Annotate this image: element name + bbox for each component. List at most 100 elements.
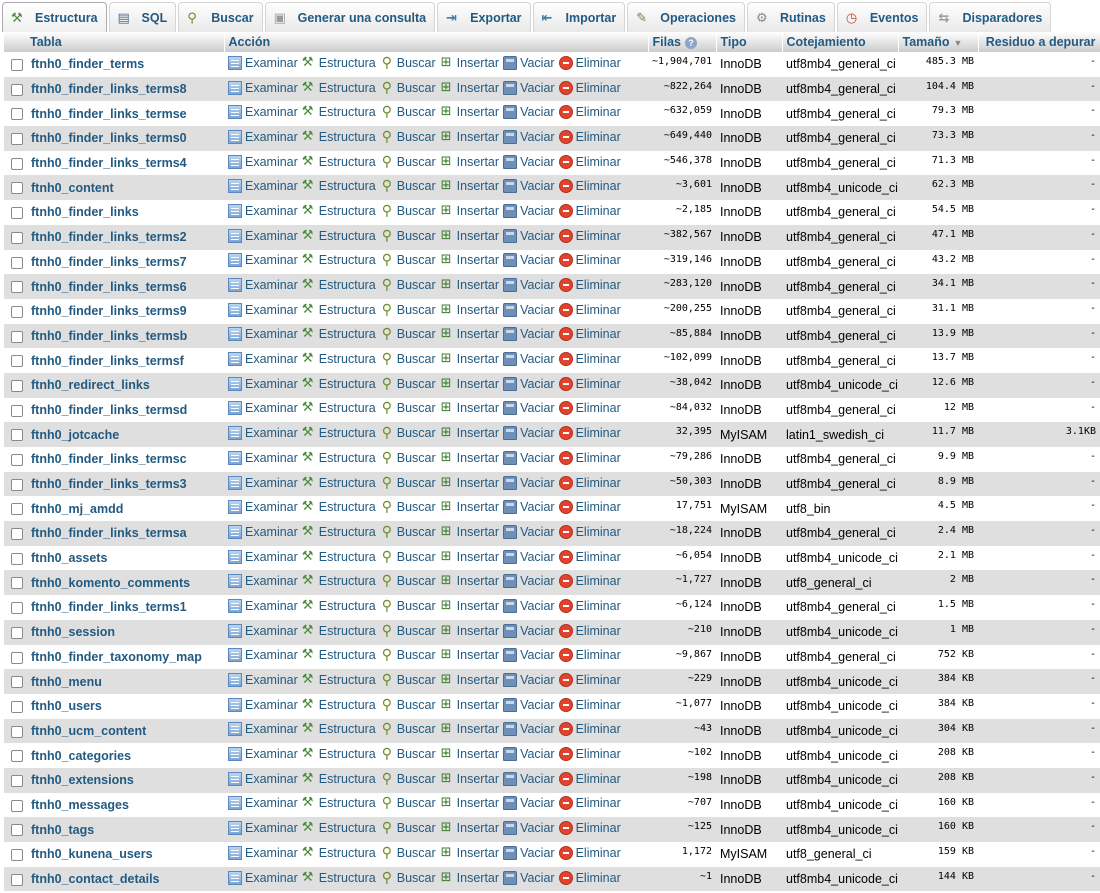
action-estructura[interactable]: Estructura	[302, 598, 376, 613]
column-header-cotejamiento[interactable]: Cotejamiento	[782, 32, 899, 52]
row-checkbox[interactable]	[11, 602, 23, 615]
action-buscar[interactable]: Buscar	[380, 450, 436, 465]
action-examinar[interactable]: Examinar	[228, 673, 298, 688]
action-insertar[interactable]: Insertar	[440, 499, 499, 514]
action-vaciar[interactable]: Vaciar	[503, 278, 555, 293]
table-name-link[interactable]: ftnh0_finder_links_terms3	[31, 477, 187, 491]
action-examinar[interactable]: Examinar	[228, 796, 298, 811]
row-checkbox[interactable]	[11, 429, 23, 442]
action-examinar[interactable]: Examinar	[228, 450, 298, 465]
row-checkbox[interactable]	[11, 750, 23, 763]
action-eliminar[interactable]: Eliminar	[558, 623, 621, 638]
action-estructura[interactable]: Estructura	[302, 277, 376, 292]
action-estructura[interactable]: Estructura	[302, 795, 376, 810]
action-insertar[interactable]: Insertar	[440, 845, 499, 860]
table-name-link[interactable]: ftnh0_finder_links_terms7	[31, 255, 187, 269]
action-insertar[interactable]: Insertar	[440, 376, 499, 391]
table-name-link[interactable]: ftnh0_ucm_content	[31, 724, 146, 738]
action-buscar[interactable]: Buscar	[380, 573, 436, 588]
action-buscar[interactable]: Buscar	[380, 820, 436, 835]
row-checkbox[interactable]	[11, 305, 23, 318]
action-insertar[interactable]: Insertar	[440, 524, 499, 539]
table-name-link[interactable]: ftnh0_extensions	[31, 773, 134, 787]
action-buscar[interactable]: Buscar	[380, 178, 436, 193]
action-insertar[interactable]: Insertar	[440, 450, 499, 465]
action-insertar[interactable]: Insertar	[440, 771, 499, 786]
action-insertar[interactable]: Insertar	[440, 746, 499, 761]
action-estructura[interactable]: Estructura	[302, 746, 376, 761]
action-buscar[interactable]: Buscar	[380, 721, 436, 736]
action-eliminar[interactable]: Eliminar	[558, 426, 621, 441]
action-examinar[interactable]: Examinar	[228, 747, 298, 762]
action-eliminar[interactable]: Eliminar	[558, 154, 621, 169]
table-name-link[interactable]: ftnh0_finder_links	[31, 205, 139, 219]
action-eliminar[interactable]: Eliminar	[558, 524, 621, 539]
action-insertar[interactable]: Insertar	[440, 795, 499, 810]
action-eliminar[interactable]: Eliminar	[558, 648, 621, 663]
action-examinar[interactable]: Examinar	[228, 574, 298, 589]
action-examinar[interactable]: Examinar	[228, 426, 298, 441]
action-vaciar[interactable]: Vaciar	[503, 821, 555, 836]
action-examinar[interactable]: Examinar	[228, 845, 298, 860]
action-vaciar[interactable]: Vaciar	[503, 327, 555, 342]
table-name-link[interactable]: ftnh0_content	[31, 181, 114, 195]
action-examinar[interactable]: Examinar	[228, 352, 298, 367]
action-examinar[interactable]: Examinar	[228, 549, 298, 564]
table-name-link[interactable]: ftnh0_kunena_users	[31, 847, 153, 861]
action-insertar[interactable]: Insertar	[440, 672, 499, 687]
action-buscar[interactable]: Buscar	[380, 228, 436, 243]
action-eliminar[interactable]: Eliminar	[558, 747, 621, 762]
action-vaciar[interactable]: Vaciar	[503, 475, 555, 490]
action-insertar[interactable]: Insertar	[440, 549, 499, 564]
action-vaciar[interactable]: Vaciar	[503, 500, 555, 515]
action-eliminar[interactable]: Eliminar	[558, 673, 621, 688]
action-buscar[interactable]: Buscar	[380, 623, 436, 638]
action-estructura[interactable]: Estructura	[302, 376, 376, 391]
action-examinar[interactable]: Examinar	[228, 771, 298, 786]
action-examinar[interactable]: Examinar	[228, 253, 298, 268]
table-name-link[interactable]: ftnh0_finder_links_terms8	[31, 82, 187, 96]
action-estructura[interactable]: Estructura	[302, 104, 376, 119]
table-name-link[interactable]: ftnh0_mj_amdd	[31, 502, 123, 516]
row-checkbox[interactable]	[11, 83, 23, 96]
table-name-link[interactable]: ftnh0_menu	[31, 675, 102, 689]
action-insertar[interactable]: Insertar	[440, 228, 499, 243]
action-examinar[interactable]: Examinar	[228, 302, 298, 317]
sort-descending-icon[interactable]: ▼	[954, 38, 963, 48]
action-vaciar[interactable]: Vaciar	[503, 450, 555, 465]
row-checkbox[interactable]	[11, 503, 23, 516]
table-name-link[interactable]: ftnh0_finder_links_terms0	[31, 131, 187, 145]
action-buscar[interactable]: Buscar	[380, 845, 436, 860]
action-buscar[interactable]: Buscar	[380, 647, 436, 662]
action-estructura[interactable]: Estructura	[302, 326, 376, 341]
table-name-link[interactable]: ftnh0_komento_comments	[31, 576, 190, 590]
action-buscar[interactable]: Buscar	[380, 425, 436, 440]
row-checkbox[interactable]	[11, 478, 23, 491]
action-eliminar[interactable]: Eliminar	[558, 352, 621, 367]
action-vaciar[interactable]: Vaciar	[503, 747, 555, 762]
row-checkbox[interactable]	[11, 626, 23, 639]
action-eliminar[interactable]: Eliminar	[558, 598, 621, 613]
action-estructura[interactable]: Estructura	[302, 647, 376, 662]
action-buscar[interactable]: Buscar	[380, 80, 436, 95]
action-buscar[interactable]: Buscar	[380, 475, 436, 490]
action-estructura[interactable]: Estructura	[302, 672, 376, 687]
table-name-link[interactable]: ftnh0_contact_details	[31, 872, 160, 886]
table-name-link[interactable]: ftnh0_finder_links_termsa	[31, 526, 187, 540]
action-examinar[interactable]: Examinar	[228, 623, 298, 638]
row-checkbox[interactable]	[11, 330, 23, 343]
action-estructura[interactable]: Estructura	[302, 721, 376, 736]
table-name-link[interactable]: ftnh0_jotcache	[31, 428, 119, 442]
tab-consulta[interactable]: ▣ Generar una consulta	[264, 2, 436, 32]
action-vaciar[interactable]: Vaciar	[503, 673, 555, 688]
row-checkbox[interactable]	[11, 700, 23, 713]
action-vaciar[interactable]: Vaciar	[503, 574, 555, 589]
table-name-link[interactable]: ftnh0_tags	[31, 823, 94, 837]
action-insertar[interactable]: Insertar	[440, 129, 499, 144]
action-eliminar[interactable]: Eliminar	[558, 796, 621, 811]
action-estructura[interactable]: Estructura	[302, 178, 376, 193]
tab-importar[interactable]: ⇤ Importar	[532, 2, 626, 32]
tab-exportar[interactable]: ⇥ Exportar	[437, 2, 531, 32]
action-eliminar[interactable]: Eliminar	[558, 821, 621, 836]
row-checkbox[interactable]	[11, 355, 23, 368]
